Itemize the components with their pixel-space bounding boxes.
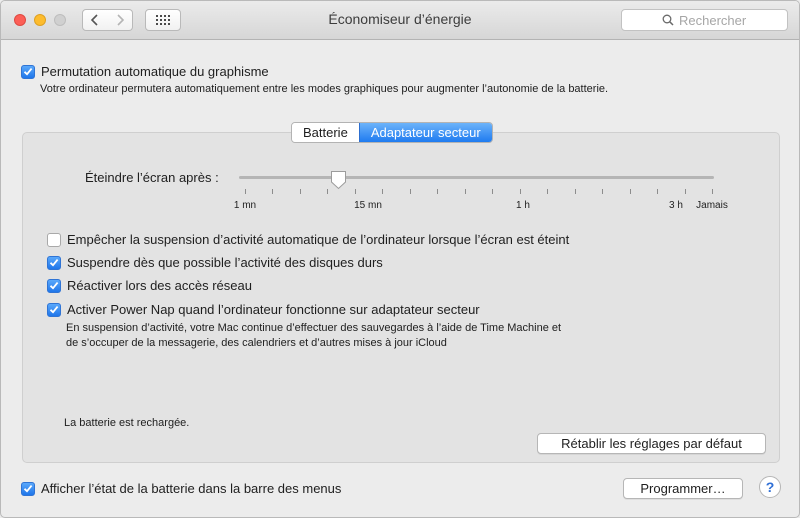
slider-tick [520, 189, 521, 194]
power-nap-label: Activer Power Nap quand l’ordinateur fon… [67, 302, 480, 317]
prevent-sleep-option[interactable]: Empêcher la suspension d’activité automa… [47, 232, 569, 247]
slider-tick [465, 189, 466, 194]
display-sleep-label: Éteindre l’écran après : [85, 170, 219, 185]
display-sleep-slider-thumb[interactable] [330, 170, 347, 193]
slider-tick [300, 189, 301, 194]
power-nap-note-line2: de s’occuper de la messagerie, des calen… [66, 337, 447, 349]
battery-status-text: La batterie est rechargée. [64, 417, 190, 429]
power-source-tabs: Batterie Adaptateur secteur [291, 122, 493, 143]
energy-saver-window: Économiseur d’énergie Permutation automa… [0, 0, 800, 518]
power-nap-option[interactable]: Activer Power Nap quand l’ordinateur fon… [47, 302, 480, 317]
graphics-switching-option[interactable]: Permutation automatique du graphisme [21, 64, 269, 79]
slider-tick [712, 189, 713, 194]
disk-sleep-label: Suspendre dès que possible l’activité de… [67, 255, 383, 270]
disk-sleep-checkbox[interactable] [47, 255, 61, 270]
network-wake-label: Réactiver lors des accès réseau [67, 278, 252, 293]
slider-tick [657, 189, 658, 194]
tick-label-1mn: 1 mn [233, 200, 257, 211]
search-input[interactable] [679, 12, 747, 28]
slider-tick [575, 189, 576, 194]
power-nap-note-line1: En suspension d’activité, votre Mac cont… [66, 322, 562, 334]
tab-power-adapter[interactable]: Adaptateur secteur [358, 123, 492, 142]
search-field[interactable] [621, 9, 788, 31]
checkmark-icon [49, 306, 59, 314]
prevent-sleep-label: Empêcher la suspension d’activité automa… [67, 232, 570, 247]
slider-tick [547, 189, 548, 194]
disk-sleep-option[interactable]: Suspendre dès que possible l’activité de… [47, 255, 383, 270]
checkmark-icon [49, 282, 59, 290]
help-button[interactable]: ? [759, 476, 781, 498]
help-icon: ? [765, 479, 775, 495]
slider-tick [245, 189, 246, 194]
slider-tick [630, 189, 631, 194]
slider-tick [327, 189, 328, 194]
prevent-sleep-checkbox[interactable] [47, 232, 61, 247]
tick-label-1h: 1 h [516, 200, 530, 211]
tick-label-never: Jamais [696, 200, 728, 211]
tick-label-15mn: 15 mn [354, 200, 382, 211]
graphics-switching-description: Votre ordinateur permutera automatiqueme… [40, 83, 609, 95]
show-battery-status-label: Afficher l’état de la batterie dans la b… [41, 481, 342, 496]
checkmark-icon [49, 259, 59, 267]
schedule-button[interactable]: Programmer… [623, 478, 743, 499]
checkmark-icon [23, 485, 33, 493]
graphics-switching-label: Permutation automatique du graphisme [41, 64, 269, 79]
slider-tick [355, 189, 356, 194]
slider-tick [410, 189, 411, 194]
slider-tick [602, 189, 603, 194]
slider-thumb-icon [331, 171, 346, 190]
slider-tick [272, 189, 273, 194]
power-nap-checkbox[interactable] [47, 302, 61, 317]
title-bar: Économiseur d’énergie [1, 1, 799, 40]
network-wake-checkbox[interactable] [47, 278, 61, 293]
display-sleep-slider[interactable] [239, 176, 714, 179]
show-battery-status-option[interactable]: Afficher l’état de la batterie dans la b… [21, 481, 341, 496]
graphics-switching-checkbox[interactable] [21, 64, 35, 79]
network-wake-option[interactable]: Réactiver lors des accès réseau [47, 278, 252, 293]
checkmark-icon [23, 68, 33, 76]
slider-tick [437, 189, 438, 194]
slider-tick [685, 189, 686, 194]
slider-tick [492, 189, 493, 194]
search-icon [662, 14, 674, 26]
show-battery-status-checkbox[interactable] [21, 481, 35, 496]
tick-label-3h: 3 h [669, 200, 683, 211]
slider-tick [382, 189, 383, 194]
restore-defaults-button[interactable]: Rétablir les réglages par défaut [537, 433, 766, 454]
tab-battery[interactable]: Batterie [292, 123, 359, 142]
